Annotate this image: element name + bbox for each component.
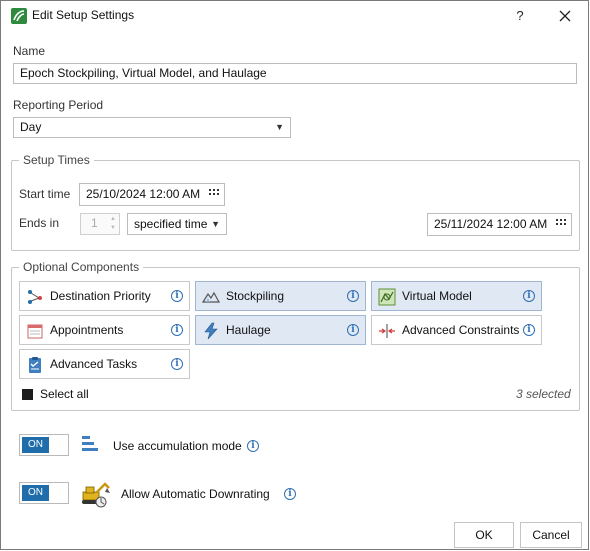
appointments-icon bbox=[27, 324, 43, 339]
info-icon[interactable]: i bbox=[347, 290, 359, 302]
ok-button[interactable]: OK bbox=[454, 522, 514, 548]
start-time-input[interactable]: 25/10/2024 12:00 AM bbox=[79, 183, 225, 206]
advanced-constraints-icon bbox=[379, 324, 395, 338]
stepper-down-icon[interactable]: ▼ bbox=[110, 225, 116, 231]
component-label: Haulage bbox=[226, 323, 271, 337]
destination-priority-icon bbox=[28, 290, 42, 304]
name-label: Name bbox=[13, 44, 46, 58]
automatic-downrating-label: Allow Automatic Downrating bbox=[121, 487, 270, 501]
ends-mode-select[interactable]: specified time ▼ bbox=[127, 213, 227, 235]
start-time-value: 25/10/2024 12:00 AM bbox=[86, 187, 201, 201]
cancel-button[interactable]: Cancel bbox=[520, 522, 582, 548]
component-virtual-model[interactable]: Virtual Model i bbox=[371, 281, 542, 311]
info-icon[interactable]: i bbox=[347, 324, 359, 336]
accumulation-icon bbox=[82, 436, 98, 451]
setup-times-legend: Setup Times bbox=[19, 153, 94, 167]
select-all-label[interactable]: Select all bbox=[40, 387, 89, 401]
component-destination-priority[interactable]: Destination Priority i bbox=[19, 281, 190, 311]
stockpiling-icon bbox=[202, 291, 220, 303]
component-label: Destination Priority bbox=[50, 289, 151, 303]
window-title: Edit Setup Settings bbox=[32, 8, 135, 22]
info-icon[interactable]: i bbox=[171, 358, 183, 370]
start-time-label: Start time bbox=[19, 187, 71, 201]
stepper-up-icon[interactable]: ▲ bbox=[110, 216, 116, 222]
info-icon[interactable]: i bbox=[523, 290, 535, 302]
component-appointments[interactable]: Appointments i bbox=[19, 315, 190, 345]
component-label: Advanced Constraints bbox=[402, 323, 520, 337]
reporting-period-label: Reporting Period bbox=[13, 98, 104, 112]
ends-in-count-value: 1 bbox=[91, 216, 98, 230]
optional-components-legend: Optional Components bbox=[19, 260, 144, 274]
ends-mode-value: specified time bbox=[134, 217, 208, 231]
component-stockpiling[interactable]: Stockpiling i bbox=[195, 281, 366, 311]
component-advanced-constraints[interactable]: Advanced Constraints i bbox=[371, 315, 542, 345]
end-time-value: 25/11/2024 12:00 AM bbox=[434, 217, 548, 231]
info-icon[interactable]: i bbox=[171, 290, 183, 302]
toggle-on-label: ON bbox=[22, 437, 49, 453]
accumulation-mode-toggle[interactable]: ON bbox=[19, 434, 69, 456]
component-label: Advanced Tasks bbox=[50, 357, 138, 371]
component-advanced-tasks[interactable]: Advanced Tasks i bbox=[19, 349, 190, 379]
name-input[interactable]: Epoch Stockpiling, Virtual Model, and Ha… bbox=[13, 63, 577, 84]
component-label: Appointments bbox=[50, 323, 124, 337]
edit-setup-settings-dialog: Edit Setup Settings ? Name Epoch Stockpi… bbox=[0, 0, 589, 550]
chevron-down-icon: ▼ bbox=[211, 219, 220, 229]
info-icon[interactable]: i bbox=[171, 324, 183, 336]
info-icon[interactable]: i bbox=[523, 324, 535, 336]
title-bar: Edit Setup Settings ? bbox=[1, 1, 588, 31]
close-icon[interactable] bbox=[553, 4, 577, 28]
chevron-down-icon: ▼ bbox=[275, 122, 284, 132]
accumulation-mode-label: Use accumulation mode bbox=[113, 439, 242, 453]
advanced-tasks-icon bbox=[29, 357, 41, 373]
reporting-period-value: Day bbox=[20, 120, 42, 134]
reporting-period-select[interactable]: Day ▼ bbox=[13, 117, 291, 138]
ends-in-label: Ends in bbox=[19, 216, 60, 230]
component-haulage[interactable]: Haulage i bbox=[195, 315, 366, 345]
info-icon[interactable]: i bbox=[247, 440, 259, 452]
end-time-input[interactable]: 25/11/2024 12:00 AM bbox=[427, 213, 572, 236]
select-all-checkbox[interactable] bbox=[22, 389, 33, 400]
datetime-picker-icon[interactable] bbox=[209, 188, 219, 198]
automatic-downrating-toggle[interactable]: ON bbox=[19, 482, 69, 504]
selected-count: 3 selected bbox=[516, 387, 571, 401]
app-logo-icon bbox=[11, 8, 27, 24]
help-button[interactable]: ? bbox=[508, 4, 532, 28]
virtual-model-icon bbox=[378, 288, 396, 306]
excavator-icon bbox=[82, 482, 110, 508]
haulage-icon bbox=[204, 322, 218, 340]
component-label: Virtual Model bbox=[402, 289, 472, 303]
toggle-on-label: ON bbox=[22, 485, 49, 501]
component-label: Stockpiling bbox=[226, 289, 285, 303]
info-icon[interactable]: i bbox=[284, 488, 296, 500]
ends-in-count-stepper[interactable]: 1 ▲ ▼ bbox=[80, 213, 120, 235]
datetime-picker-icon[interactable] bbox=[556, 218, 566, 228]
